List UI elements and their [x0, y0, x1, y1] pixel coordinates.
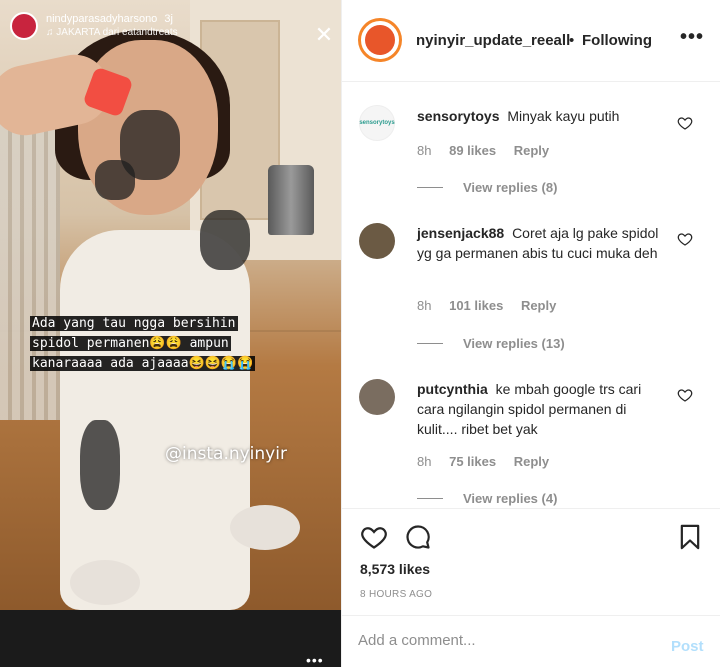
- story-time: 3j: [164, 13, 173, 25]
- post-media[interactable]: nindyparasadyharsono 3j ♫ JAKARTA dari e…: [0, 0, 341, 667]
- story-avatar[interactable]: [10, 12, 38, 40]
- comment-username[interactable]: putcynthia: [417, 381, 488, 397]
- trash-can-illustration: [268, 165, 314, 235]
- watermark: @insta.nyinyir: [165, 444, 287, 464]
- caption-line: spidol permanen😩😩 ampun: [30, 336, 231, 351]
- avatar[interactable]: sensorytoys: [359, 105, 395, 141]
- post-author-username[interactable]: nyinyir_update_reeall: [416, 32, 570, 49]
- view-replies-button[interactable]: View replies (4): [417, 491, 557, 506]
- avatar[interactable]: [358, 18, 402, 62]
- comments-list[interactable]: sensorytoys sensorytoys Minyak kayu puti…: [342, 83, 720, 507]
- post-timestamp: 8 HOURS AGO: [360, 589, 433, 600]
- story-username[interactable]: nindyparasadyharsono: [46, 13, 157, 25]
- story-more-icon[interactable]: •••: [306, 652, 324, 667]
- story-location: JAKARTA dari eatandtreats: [56, 27, 178, 38]
- view-replies-label: View replies (13): [463, 336, 565, 351]
- comment-likes[interactable]: 101 likes: [449, 298, 503, 313]
- post-actions: 8,573 likes 8 HOURS AGO: [342, 508, 720, 615]
- bookmark-icon[interactable]: [676, 523, 704, 551]
- comment-time: 8h: [417, 143, 432, 158]
- comment-likes[interactable]: 75 likes: [449, 454, 496, 469]
- post-comment-button[interactable]: Post: [671, 638, 704, 655]
- caption-line: kanaraaaa ada ajaaaa😆😆😭😭: [30, 356, 256, 371]
- comment-username[interactable]: sensorytoys: [417, 108, 499, 124]
- reply-button[interactable]: Reply: [514, 454, 549, 469]
- reply-button[interactable]: Reply: [514, 143, 549, 158]
- heart-icon[interactable]: [677, 115, 693, 131]
- post-panel: nyinyir_update_reeall • Following ••• se…: [341, 0, 720, 667]
- header-separator: •: [569, 32, 575, 49]
- music-note-icon: ♫: [46, 27, 54, 38]
- close-icon[interactable]: ✕: [312, 24, 336, 48]
- likes-count[interactable]: 8,573 likes: [360, 561, 430, 577]
- comment-icon[interactable]: [404, 523, 432, 551]
- following-button[interactable]: Following: [582, 32, 652, 49]
- heart-icon[interactable]: [677, 231, 693, 247]
- story-header: nindyparasadyharsono 3j ♫ JAKARTA dari e…: [10, 12, 178, 40]
- view-replies-button[interactable]: View replies (8): [417, 180, 557, 195]
- avatar[interactable]: [359, 379, 395, 415]
- comment-time: 8h: [417, 454, 432, 469]
- story-caption: Ada yang tau ngga bersihin spidol perman…: [30, 314, 300, 374]
- comment-time: 8h: [417, 298, 432, 313]
- view-replies-button[interactable]: View replies (13): [417, 336, 565, 351]
- caption-line: Ada yang tau ngga bersihin: [30, 316, 238, 331]
- story-image: [0, 0, 341, 610]
- more-options-icon[interactable]: •••: [680, 26, 704, 49]
- view-replies-label: View replies (4): [463, 491, 558, 506]
- heart-icon[interactable]: [360, 523, 388, 551]
- comment-text: Minyak kayu putih: [507, 108, 620, 124]
- comment-input[interactable]: [358, 632, 658, 649]
- comment-likes[interactable]: 89 likes: [449, 143, 496, 158]
- heart-icon[interactable]: [677, 387, 693, 403]
- comment-username[interactable]: jensenjack88: [417, 225, 504, 241]
- avatar[interactable]: [359, 223, 395, 259]
- post-header: nyinyir_update_reeall • Following •••: [342, 0, 720, 82]
- reply-button[interactable]: Reply: [521, 298, 556, 313]
- add-comment-bar: Post: [342, 615, 720, 667]
- view-replies-label: View replies (8): [463, 180, 558, 195]
